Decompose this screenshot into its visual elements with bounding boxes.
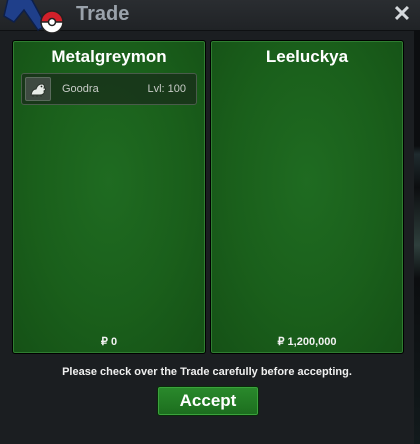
item-name: Goodra <box>62 83 99 95</box>
offered-item-slot[interactable]: Goodra Lvl: 100 <box>21 73 197 105</box>
partner-player-name: Leeluckya <box>265 47 349 66</box>
accept-button[interactable]: Accept <box>157 386 259 416</box>
trade-warning-message: Please check over the Trade carefully be… <box>62 366 352 378</box>
my-money-offer: ₽ 0 <box>100 336 118 348</box>
close-button[interactable]: ✕ <box>392 2 412 26</box>
trade-window: Trade ✕ Metalgreymon Goodra Lvl: 100 ₽ 0… <box>0 0 420 444</box>
partner-offer-panel: Leeluckya ₽ 1,200,000 <box>210 40 404 354</box>
my-offer-panel: Metalgreymon Goodra Lvl: 100 ₽ 0 <box>12 40 206 354</box>
goodra-sprite-icon <box>25 77 51 101</box>
title-bar[interactable]: Trade ✕ <box>0 0 420 34</box>
game-logo-icon <box>3 0 64 34</box>
background-edge <box>414 30 420 444</box>
window-title: Trade <box>76 3 130 25</box>
my-player-name: Metalgreymon <box>51 47 167 66</box>
item-level: Lvl: 100 <box>147 83 186 95</box>
partner-money-offer: ₽ 1,200,000 <box>277 336 337 348</box>
